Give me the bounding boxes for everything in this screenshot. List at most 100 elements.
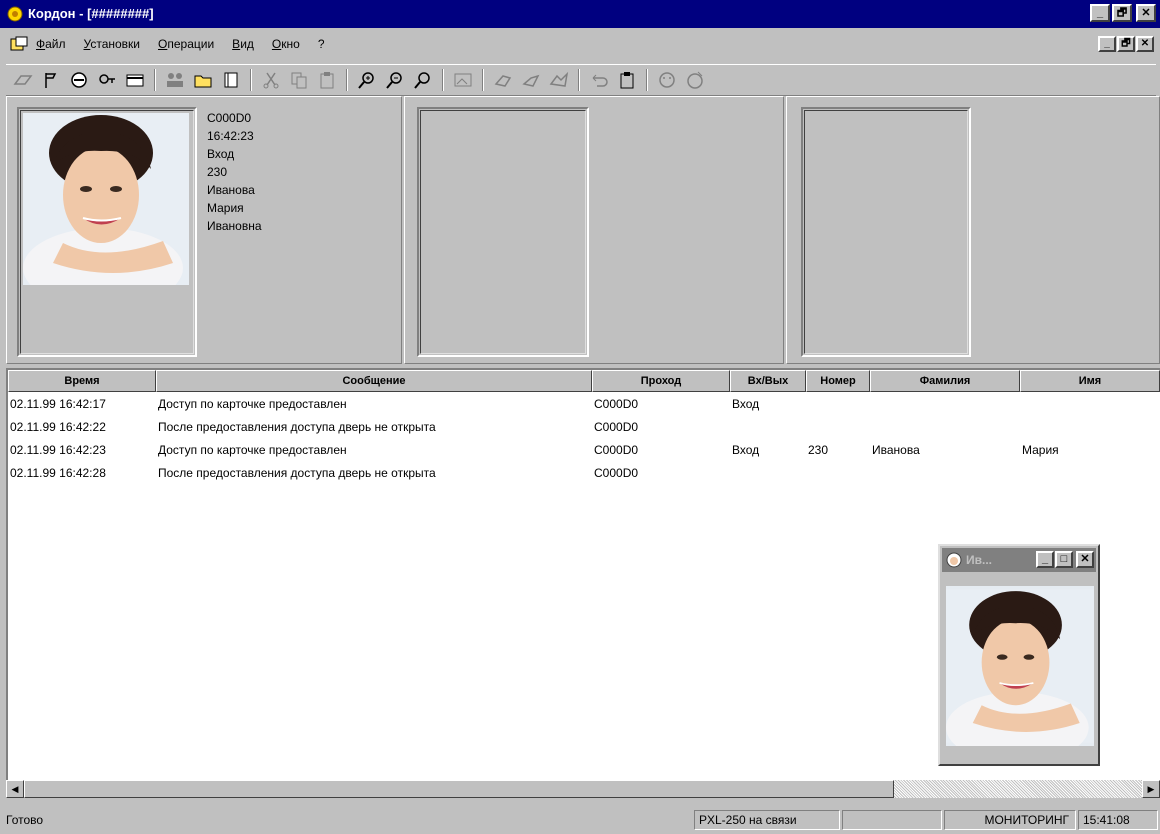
document-icon[interactable]: [10, 36, 28, 52]
face-icon[interactable]: [656, 69, 678, 91]
status-connection: PXL-250 на связи: [694, 810, 840, 830]
photo-frame: [17, 107, 197, 357]
column-header-time[interactable]: Время: [8, 370, 156, 392]
toolbar-separator: [578, 69, 580, 91]
hand-right-icon[interactable]: [520, 69, 542, 91]
column-header-number[interactable]: Номер: [806, 370, 870, 392]
status-bar: Готово PXL-250 на связи МОНИТОРИНГ 15:41…: [0, 806, 1160, 834]
event-last-name: Иванова: [207, 183, 255, 197]
card-icon[interactable]: [124, 69, 146, 91]
cell-number: 230: [808, 442, 829, 457]
toolbar-separator: [442, 69, 444, 91]
flag-icon[interactable]: [40, 69, 62, 91]
cell-message: После предоставления доступа дверь не от…: [158, 419, 436, 434]
photo-window-close-button[interactable]: ✕: [1076, 551, 1094, 568]
table-row[interactable]: 02.11.99 16:42:22 После предоставления до…: [8, 415, 1160, 438]
menu-view[interactable]: Вид: [230, 37, 256, 51]
scroll-track[interactable]: [894, 780, 1142, 798]
event-first-name: Мария: [207, 201, 244, 215]
horizontal-scrollbar[interactable]: ◀ ▶: [6, 780, 1160, 798]
menu-window[interactable]: Окно: [270, 37, 302, 51]
cell-time: 02.11.99 16:42:23: [10, 442, 106, 457]
face-icon: [946, 552, 962, 568]
maximize-button[interactable]: 🗗: [1112, 4, 1132, 22]
face-info-icon[interactable]: [684, 69, 706, 91]
event-device: C000D0: [207, 111, 252, 125]
cell-passage: C000D0: [594, 465, 639, 480]
no-entry-icon[interactable]: [68, 69, 90, 91]
photo-frame-empty: [417, 107, 589, 357]
zoom-icon[interactable]: [412, 69, 434, 91]
toolbar: [6, 64, 1156, 96]
photo-frame-empty: [801, 107, 971, 357]
photo-window-minimize-button[interactable]: _: [1036, 551, 1054, 568]
status-ready: Готово: [6, 813, 44, 827]
table-row[interactable]: 02.11.99 16:42:17 Доступ по карточке пред…: [8, 392, 1160, 415]
scroll-thumb[interactable]: [24, 780, 894, 798]
gate-icon[interactable]: [12, 69, 34, 91]
event-time: 16:42:23: [207, 129, 254, 143]
photo-window-maximize-button[interactable]: □: [1055, 551, 1073, 568]
book-icon[interactable]: [220, 69, 242, 91]
app-icon: [7, 6, 23, 22]
toolbar-separator: [250, 69, 252, 91]
paste-icon[interactable]: [316, 69, 338, 91]
photo-window-titlebar[interactable]: Ив... _ □ ✕: [942, 548, 1096, 572]
title-bar[interactable]: Кордон - [########] _ 🗗 ✕: [0, 0, 1160, 28]
paste-alt-icon[interactable]: [616, 69, 638, 91]
menu-settings[interactable]: Установки: [82, 37, 143, 51]
column-header-last-name[interactable]: Фамилия: [870, 370, 1020, 392]
cell-inout: Вход: [732, 396, 760, 411]
hand-icon[interactable]: [492, 69, 514, 91]
copy-icon[interactable]: [288, 69, 310, 91]
status-clock: 15:41:08: [1078, 810, 1158, 830]
cell-time: 02.11.99 16:42:17: [10, 396, 106, 411]
cell-passage: C000D0: [594, 419, 639, 434]
cell-passage: C000D0: [594, 442, 639, 457]
cell-inout: Вход: [732, 442, 760, 457]
minimize-button[interactable]: _: [1090, 4, 1110, 22]
cut-icon[interactable]: [260, 69, 282, 91]
undo-icon[interactable]: [588, 69, 610, 91]
event-panel-2: [404, 96, 784, 364]
window-title: Кордон - [########]: [28, 6, 154, 21]
people-icon[interactable]: [164, 69, 186, 91]
image-icon[interactable]: [452, 69, 474, 91]
column-header-passage[interactable]: Проход: [592, 370, 730, 392]
scroll-right-button[interactable]: ▶: [1142, 780, 1160, 798]
mdi-close-button[interactable]: ✕: [1136, 36, 1154, 52]
mdi-minimize-button[interactable]: _: [1098, 36, 1116, 52]
cell-time: 02.11.99 16:42:28: [10, 465, 106, 480]
column-header-message[interactable]: Сообщение: [156, 370, 592, 392]
event-number: 230: [207, 165, 228, 179]
status-empty: [842, 810, 942, 830]
cell-last-name: Иванова: [872, 442, 920, 457]
person-photo: [946, 586, 1094, 746]
table-row[interactable]: 02.11.99 16:42:23 Доступ по карточке пред…: [8, 438, 1160, 461]
status-mode: МОНИТОРИНГ: [944, 810, 1076, 830]
column-header-first-name[interactable]: Имя: [1020, 370, 1160, 392]
folder-icon[interactable]: [192, 69, 214, 91]
column-header-inout[interactable]: Вх/Вых: [730, 370, 806, 392]
menu-file[interactable]: Файл: [34, 37, 68, 51]
person-photo: [23, 113, 189, 285]
menu-operations[interactable]: Операции: [156, 37, 216, 51]
close-button[interactable]: ✕: [1136, 4, 1156, 22]
table-row[interactable]: 02.11.99 16:42:28 После предоставления до…: [8, 461, 1160, 484]
key-icon[interactable]: [96, 69, 118, 91]
zoom-out-icon[interactable]: [384, 69, 406, 91]
event-panel-3: [786, 96, 1160, 364]
table-header: Время Сообщение Проход Вх/Вых Номер Фами…: [8, 370, 1160, 392]
menu-help[interactable]: ?: [316, 37, 327, 51]
cell-message: Доступ по карточке предоставлен: [158, 442, 347, 457]
hands-icon[interactable]: [548, 69, 570, 91]
cell-message: Доступ по карточке предоставлен: [158, 396, 347, 411]
cell-message: После предоставления доступа дверь не от…: [158, 465, 436, 480]
photo-window-title: Ив...: [966, 553, 993, 567]
cell-first-name: Мария: [1022, 442, 1059, 457]
photo-window[interactable]: Ив... _ □ ✕: [938, 544, 1100, 766]
zoom-in-icon[interactable]: [356, 69, 378, 91]
mdi-restore-button[interactable]: 🗗: [1117, 36, 1135, 52]
scroll-left-button[interactable]: ◀: [6, 780, 24, 798]
event-direction: Вход: [207, 147, 235, 161]
